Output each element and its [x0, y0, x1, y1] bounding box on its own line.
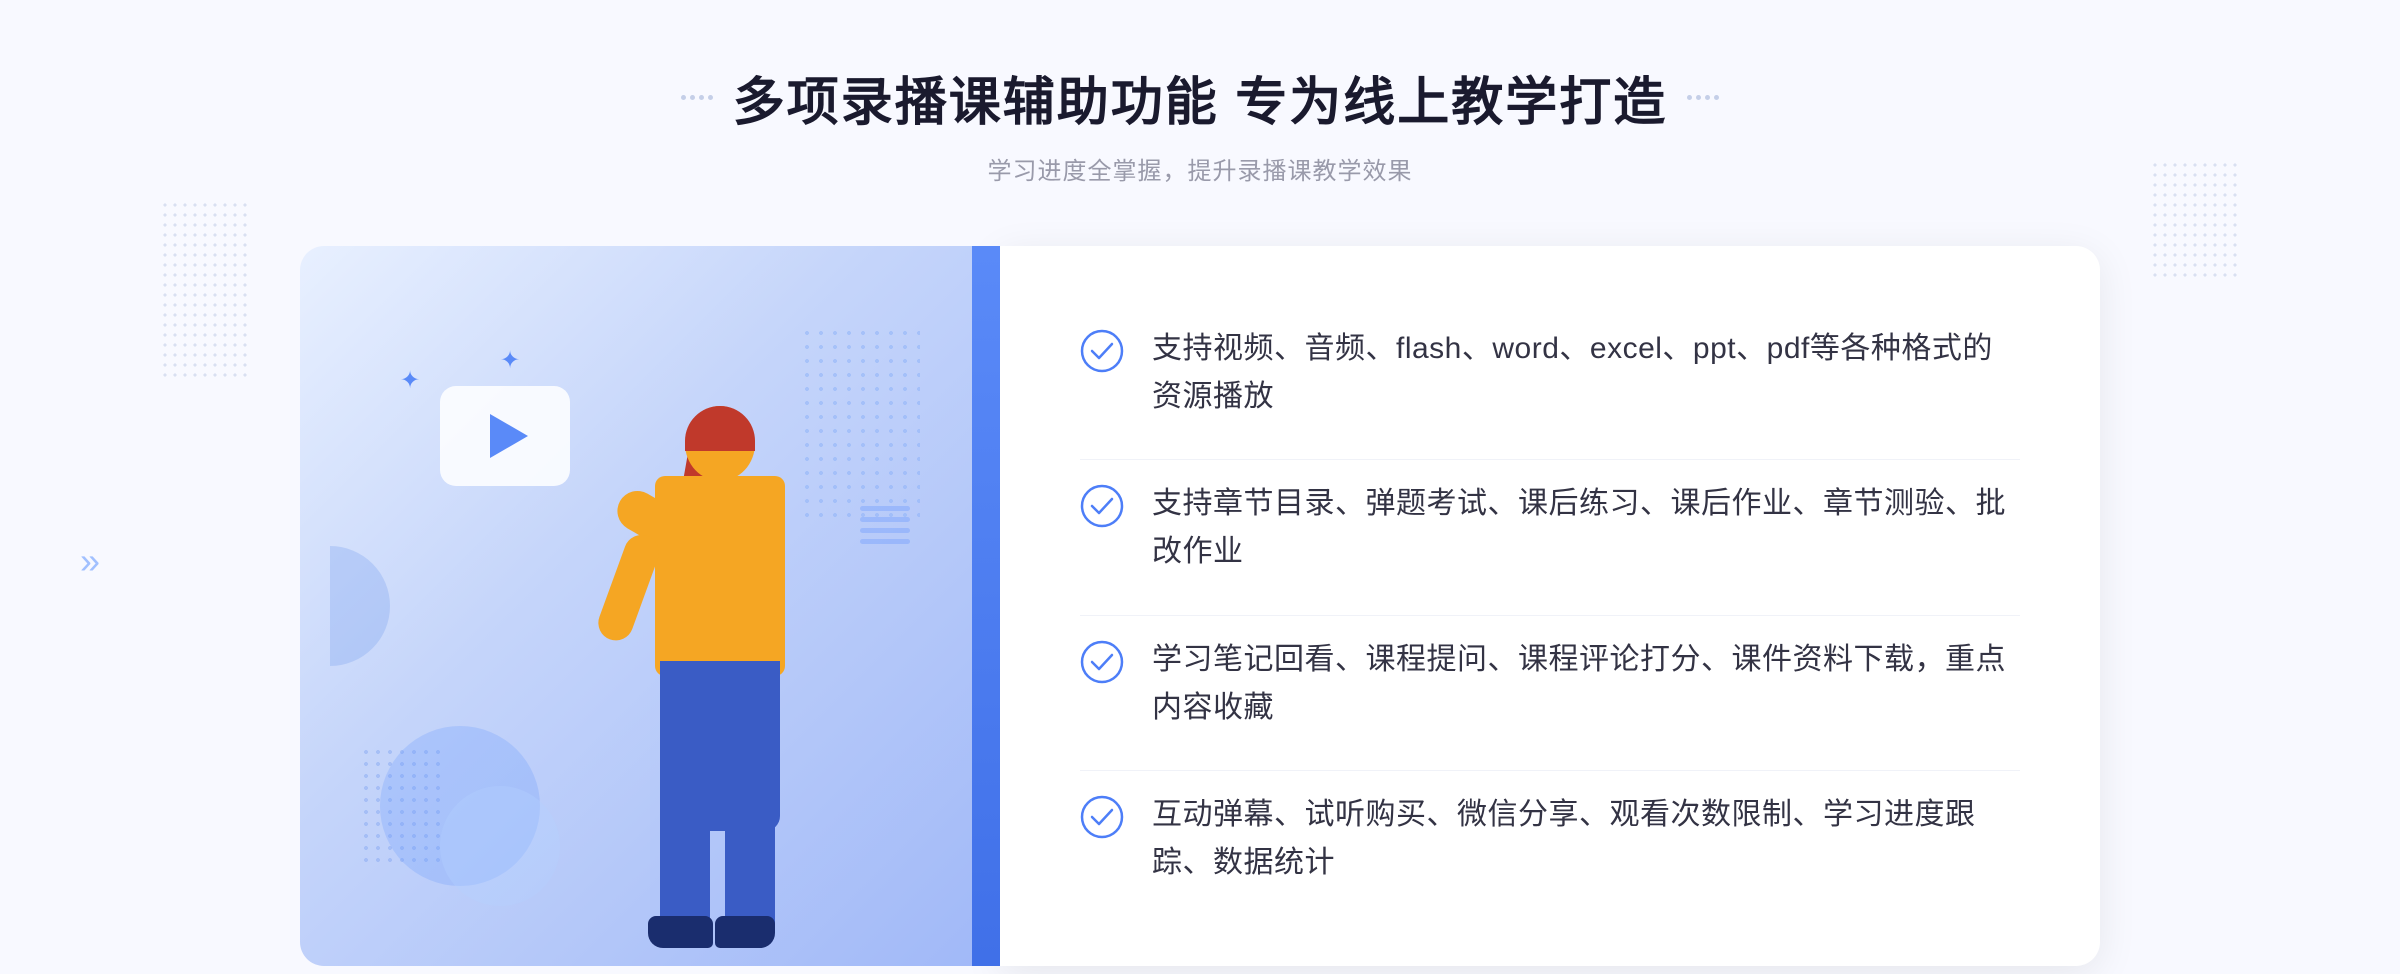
chevron-decoration: » — [80, 540, 92, 582]
figure-arm-left — [593, 530, 664, 645]
feature-text-1: 支持视频、音频、flash、word、excel、ppt、pdf等各种格式的资源… — [1152, 325, 2020, 421]
feature-item-3: 学习笔记回看、课程提问、课程评论打分、课件资料下载，重点内容收藏 — [1080, 615, 2020, 752]
decorator-dot — [1696, 95, 1701, 100]
play-icon — [490, 414, 528, 458]
decorator-dot — [681, 95, 686, 100]
page-container: » 多项录播课辅助功能 专为线上教学打造 学习进度全掌握，提升录播课教学效果 — [0, 0, 2400, 974]
decorator-dot — [699, 95, 704, 100]
decorator-dot — [1687, 95, 1692, 100]
figure-shoe-left — [648, 916, 713, 948]
header-decorators: 多项录播课辅助功能 专为线上教学打造 — [681, 60, 1719, 135]
feature-item-1: 支持视频、音频、flash、word、excel、ppt、pdf等各种格式的资源… — [1080, 305, 2020, 441]
header-section: 多项录播课辅助功能 专为线上教学打造 学习进度全掌握，提升录播课教学效果 — [681, 60, 1719, 186]
line-item — [860, 506, 910, 511]
feature-text-4: 互动弹幕、试听购买、微信分享、观看次数限制、学习进度跟踪、数据统计 — [1152, 791, 2020, 887]
figure-illustration — [530, 406, 830, 966]
check-circle-icon-2 — [1080, 484, 1124, 528]
semicircle-decoration — [330, 546, 390, 666]
figure-shirt — [655, 476, 785, 676]
line-item — [860, 539, 910, 544]
decorator-dots-left — [681, 95, 713, 100]
blue-bar-decoration — [972, 246, 1000, 966]
decorator-dot — [1705, 95, 1710, 100]
feature-item-2: 支持章节目录、弹题考试、课后练习、课后作业、章节测验、批改作业 — [1080, 459, 2020, 596]
feature-text-3: 学习笔记回看、课程提问、课程评论打分、课件资料下载，重点内容收藏 — [1152, 636, 2020, 732]
sparkle-icon-2: ✦ — [500, 346, 520, 375]
figure-shoe-right — [715, 916, 775, 948]
check-circle-icon-3 — [1080, 640, 1124, 684]
feature-item-4: 互动弹幕、试听购买、微信分享、观看次数限制、学习进度跟踪、数据统计 — [1080, 770, 2020, 907]
decorator-dot — [690, 95, 695, 100]
figure-hair — [685, 406, 755, 451]
decorator-dot — [708, 95, 713, 100]
illustration-panel: ✦ ✦ — [300, 246, 1000, 966]
check-circle-icon-4 — [1080, 795, 1124, 839]
sparkle-icon-1: ✦ — [400, 366, 420, 395]
page-subtitle: 学习进度全掌握，提升录播课教学效果 — [681, 151, 1719, 186]
decorator-dot — [1714, 95, 1719, 100]
features-panel: 支持视频、音频、flash、word、excel、ppt、pdf等各种格式的资源… — [1000, 246, 2100, 966]
feature-text-2: 支持章节目录、弹题考试、课后练习、课后作业、章节测验、批改作业 — [1152, 480, 2020, 576]
dots-decoration-left — [160, 200, 250, 380]
line-item — [860, 528, 910, 533]
page-title: 多项录播课辅助功能 专为线上教学打造 — [733, 60, 1667, 135]
lines-decoration — [860, 506, 910, 544]
line-item — [860, 517, 910, 522]
main-content: ✦ ✦ — [300, 246, 2100, 966]
check-circle-icon-1 — [1080, 329, 1124, 373]
dots-decoration-right — [2150, 160, 2240, 280]
decorator-dots-right — [1687, 95, 1719, 100]
